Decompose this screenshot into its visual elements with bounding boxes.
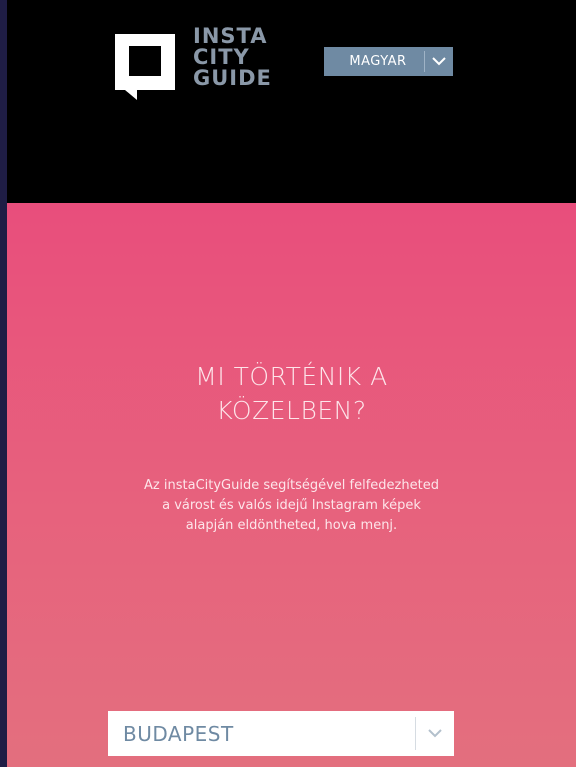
hero-section: MI TÖRTÉNIK A KÖZELBEN? Az instaCityGuid… [7,203,576,767]
hero-title-line: KÖZELBEN? [216,396,367,425]
hero-description: Az instaCityGuide segítségével felfedezh… [7,476,576,536]
hero-title: MI TÖRTÉNIK A KÖZELBEN? [7,360,576,428]
logo-line: GUIDE [193,66,272,90]
language-select[interactable]: MAGYAR [324,47,453,76]
logo-icon[interactable] [107,26,183,102]
hero-description-line: a várost és valós idejű Instagram képek [162,498,421,513]
language-select-value: MAGYAR [349,54,407,69]
logo-line: CITY [193,45,250,69]
logo-line: INSTA [193,24,268,48]
chevron-down-icon[interactable] [425,47,453,76]
page: INSTA CITY GUIDE MAGYAR MI TÖRTÉNIK A KÖ… [0,0,576,767]
logo-wordmark[interactable]: INSTA CITY GUIDE [193,26,272,89]
hero-description-line: alapján eldöntheted, hova menj. [185,518,398,533]
city-select-value: BUDAPEST [123,721,234,746]
hero-description-line: Az instaCityGuide segítségével felfedezh… [144,478,439,493]
city-select[interactable]: BUDAPEST [108,711,454,756]
chevron-down-icon[interactable] [416,711,454,756]
left-edge-strip [0,0,7,767]
header: INSTA CITY GUIDE MAGYAR [7,0,576,203]
hero-title-line: MI TÖRTÉNIK A [195,362,388,391]
